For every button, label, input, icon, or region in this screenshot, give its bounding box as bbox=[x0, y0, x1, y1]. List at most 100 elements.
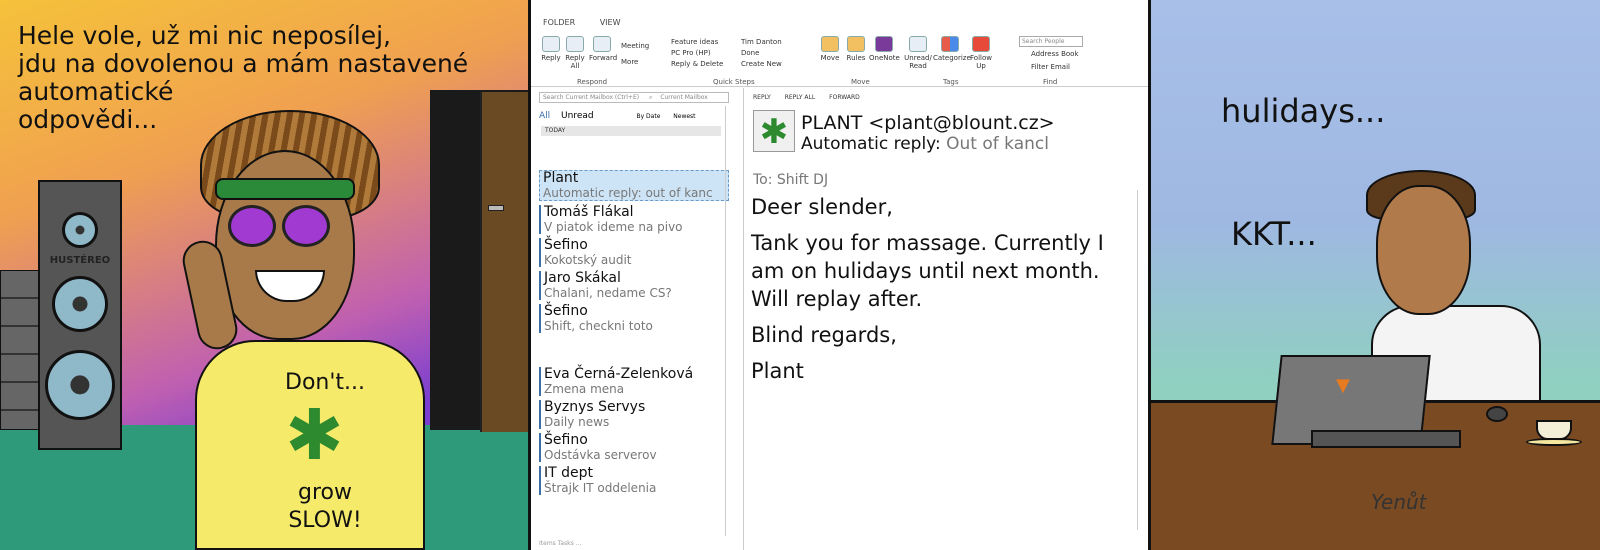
meeting-button[interactable]: Meeting bbox=[621, 42, 649, 50]
reply-all-icon bbox=[566, 36, 584, 52]
filter-unread[interactable]: Unread bbox=[561, 111, 594, 121]
body-signature: Plant bbox=[751, 359, 804, 383]
reading-pane-scrollbar[interactable] bbox=[1137, 190, 1145, 530]
reading-pane-actions: REPLY REPLY ALL FORWARD bbox=[753, 94, 872, 101]
shirt-text-bottom: SLOW! bbox=[288, 508, 362, 533]
character-head bbox=[1376, 185, 1471, 315]
comic-panel-2-outlook: FOLDER VIEW Reply Reply All Forward Meet… bbox=[531, 0, 1151, 550]
body-main: Tank you for massage. Currently I am on … bbox=[751, 231, 1104, 311]
speaker-woofer bbox=[45, 350, 115, 420]
reading-forward-button[interactable]: FORWARD bbox=[829, 94, 860, 101]
onenote-button[interactable]: OneNote bbox=[869, 36, 900, 62]
reading-reply-all-button[interactable]: REPLY ALL bbox=[785, 94, 816, 101]
list-item[interactable]: Šefino Odstávka serverov bbox=[539, 433, 729, 462]
speaker-tweeter bbox=[62, 212, 98, 248]
reading-reply-button[interactable]: REPLY bbox=[753, 94, 771, 101]
carrot-logo-icon: ▼ bbox=[1336, 375, 1350, 396]
email-body: Deer slender, Tank you for massage. Curr… bbox=[751, 193, 1121, 393]
status-bar: Items Tasks ... bbox=[539, 540, 582, 547]
laptop-base bbox=[1311, 430, 1461, 448]
follow-up-button[interactable]: Follow Up bbox=[969, 36, 993, 70]
find-group-label: Find bbox=[1043, 78, 1058, 86]
caption-line-2: jdu na dovolenou a mám nastavené bbox=[18, 49, 469, 78]
quick-steps-group-label: Quick Steps bbox=[713, 78, 755, 86]
unread-read-button[interactable]: Unread/ Read bbox=[903, 36, 933, 70]
shirt-text-top: Don't... bbox=[285, 370, 365, 395]
reply-button[interactable]: Reply bbox=[539, 36, 563, 62]
mail-filter-row: All Unread By Date Newest bbox=[539, 111, 729, 121]
caption-line-3: automatické bbox=[18, 77, 174, 106]
quick-step-tim-danton[interactable]: Tim Danton bbox=[741, 38, 782, 46]
categorize-button[interactable]: Categorize bbox=[933, 36, 971, 62]
sort-newest[interactable]: Newest bbox=[673, 113, 695, 120]
reply-all-button[interactable]: Reply All bbox=[563, 36, 587, 70]
artist-signature: Yenůt bbox=[1371, 490, 1427, 514]
sender-name: PLANT <plant@blount.cz> bbox=[801, 112, 1055, 134]
speech-caption: Hele vole, už mi nic neposílej, jdu na d… bbox=[18, 22, 518, 134]
move-button[interactable]: Move bbox=[819, 36, 841, 62]
categorize-icon bbox=[941, 36, 959, 52]
reply-icon bbox=[542, 36, 560, 52]
cannabis-leaf-icon: ✱ bbox=[285, 394, 344, 476]
list-item[interactable]: Byznys Servys Daily news bbox=[539, 400, 729, 429]
quick-step-done[interactable]: Done bbox=[741, 49, 759, 57]
search-people-input[interactable]: Search People bbox=[1019, 36, 1083, 47]
speaker-mid-cone bbox=[52, 276, 108, 332]
folder-icon bbox=[821, 36, 839, 52]
flag-icon bbox=[972, 36, 990, 52]
caption-line-4: odpovědi... bbox=[18, 105, 158, 134]
caption-line-1: Hele vole, už mi nic neposílej, bbox=[18, 21, 391, 50]
forward-button[interactable]: Forward bbox=[589, 36, 617, 62]
sort-by-date[interactable]: By Date bbox=[636, 113, 660, 120]
rules-button[interactable]: Rules bbox=[845, 36, 867, 62]
address-book-button[interactable]: Address Book bbox=[1031, 50, 1079, 58]
more-button[interactable]: More bbox=[621, 58, 638, 66]
list-item[interactable]: Tomáš Flákal V piatok ideme na pivo bbox=[539, 205, 729, 234]
shirt-text-mid: grow bbox=[298, 480, 352, 505]
tab-view[interactable]: VIEW bbox=[600, 18, 621, 27]
mail-search-input[interactable]: Search Current Mailbox (Ctrl+E) ⌕ Curren… bbox=[539, 92, 729, 103]
quick-step-create-new[interactable]: Create New bbox=[741, 60, 782, 68]
ribbon: Reply Reply All Forward Meeting More Res… bbox=[531, 32, 1148, 87]
quick-step-reply-delete[interactable]: Reply & Delete bbox=[671, 60, 723, 68]
list-item[interactable]: Plant Automatic reply: out of kanc bbox=[539, 170, 729, 201]
email-subject: Automatic reply: Out of kancl bbox=[801, 134, 1049, 154]
date-group-today: TODAY bbox=[541, 126, 721, 136]
filter-email-button[interactable]: Filter Email bbox=[1031, 63, 1070, 71]
list-item[interactable]: Šefino Shift, checkni toto bbox=[539, 304, 729, 333]
list-item[interactable]: Šefino Kokotský audit bbox=[539, 238, 729, 267]
mailbox-scope-select[interactable]: Current Mailbox bbox=[660, 94, 707, 101]
comic-panel-1: HUSTÉREO Don't... ✱ grow SLOW! Hele vole… bbox=[0, 0, 531, 550]
quick-step-pc-pro[interactable]: PC Pro (HP) bbox=[671, 49, 711, 57]
thought-text-holidays: hulidays... bbox=[1221, 92, 1386, 130]
onenote-icon bbox=[875, 36, 893, 52]
search-icon: ⌕ bbox=[649, 94, 653, 101]
door-handle bbox=[488, 205, 504, 211]
speaker-label: HUSTÉREO bbox=[49, 255, 111, 266]
door bbox=[480, 92, 528, 432]
pane-divider bbox=[743, 88, 744, 550]
comic-panel-3: hulidays... KKT... ▼ Yenůt bbox=[1151, 0, 1600, 550]
recipient-line: To: Shift DJ bbox=[753, 172, 829, 188]
computer-mouse bbox=[1486, 406, 1508, 422]
list-item[interactable]: Jaro Skákal Chalani, nedame CS? bbox=[539, 271, 729, 300]
list-item[interactable]: Eva Černá-Zelenková Zmena mena bbox=[539, 367, 729, 396]
thought-text-kkt: KKT... bbox=[1231, 215, 1317, 253]
forward-icon bbox=[593, 36, 611, 52]
quick-step-feature-ideas[interactable]: Feature ideas bbox=[671, 38, 718, 46]
sunglasses-right bbox=[282, 205, 330, 247]
body-closing: Blind regards, bbox=[751, 323, 897, 347]
sender-avatar: ✱ bbox=[753, 110, 795, 152]
message-list-scrollbar[interactable] bbox=[725, 106, 733, 536]
move-group-label: Move bbox=[851, 78, 870, 86]
cannabis-leaf-icon: ✱ bbox=[759, 112, 789, 152]
respond-group-label: Respond bbox=[577, 78, 608, 86]
tab-folder[interactable]: FOLDER bbox=[543, 18, 575, 27]
filter-all[interactable]: All bbox=[539, 111, 550, 121]
message-list: Plant Automatic reply: out of kanc Tomáš… bbox=[539, 170, 729, 499]
tags-group-label: Tags bbox=[943, 78, 959, 86]
rules-icon bbox=[847, 36, 865, 52]
list-item[interactable]: IT dept Štrajk IT oddelenia bbox=[539, 466, 729, 495]
sunglasses-left bbox=[228, 205, 276, 247]
body-greeting: Deer slender, bbox=[751, 195, 893, 219]
